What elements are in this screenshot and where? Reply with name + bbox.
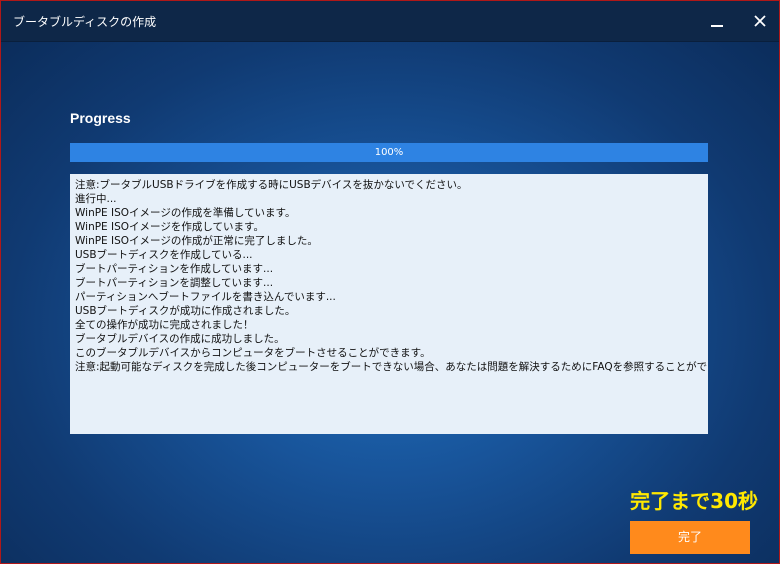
log-line: 進行中... [75, 193, 117, 205]
progress-percent: 100% [374, 147, 404, 158]
log-line: WinPE ISOイメージを作成しています。 [75, 221, 264, 233]
log-line: 注意:ブータブルUSBドライブを作成する時にUSBデバイスを抜かないでください。 [75, 179, 468, 191]
log-line: ブートパーティションを調整しています... [75, 277, 274, 289]
close-icon [754, 15, 766, 27]
log-line: WinPE ISOイメージの作成が正常に完了しました。 [75, 235, 318, 247]
log-line: 注意:起動可能なディスクを完成した後コンピューターをブートできない場合、あなたは… [75, 361, 708, 373]
minimize-icon [711, 25, 723, 27]
log-line: 全ての操作が成功に完成されました！ [75, 319, 254, 331]
close-button[interactable] [746, 7, 774, 35]
log-line: ブートパーティションを作成しています... [75, 263, 274, 275]
log-output[interactable]: 注意:ブータブルUSBドライブを作成する時にUSBデバイスを抜かないでください。… [70, 174, 708, 434]
progress-bar: 100% [70, 143, 708, 162]
window-title: ブータブルディスクの作成 [13, 15, 157, 29]
finish-button[interactable]: 完了 [630, 521, 750, 554]
minimize-button[interactable] [703, 7, 731, 35]
log-line: WinPE ISOイメージの作成を準備しています。 [75, 207, 296, 219]
log-line: USBブートディスクが成功に作成されました。 [75, 305, 296, 317]
bootable-disk-dialog: ブータブルディスクの作成 Progress 100% 注意:ブータブルUSBドラ… [0, 0, 780, 564]
log-line: USBブートディスクを作成している... [75, 249, 253, 261]
log-line: ブータブルデバイスの作成に成功しました。 [75, 333, 285, 345]
progress-heading: Progress [70, 110, 131, 126]
log-line: このブータブルデバイスからコンピュータをブートさせることができます。 [75, 347, 431, 359]
title-bar[interactable]: ブータブルディスクの作成 [1, 1, 779, 42]
countdown-text: 完了まで30秒 [630, 489, 758, 513]
log-line: パーティションへブートファイルを書き込んでいます... [75, 291, 336, 303]
